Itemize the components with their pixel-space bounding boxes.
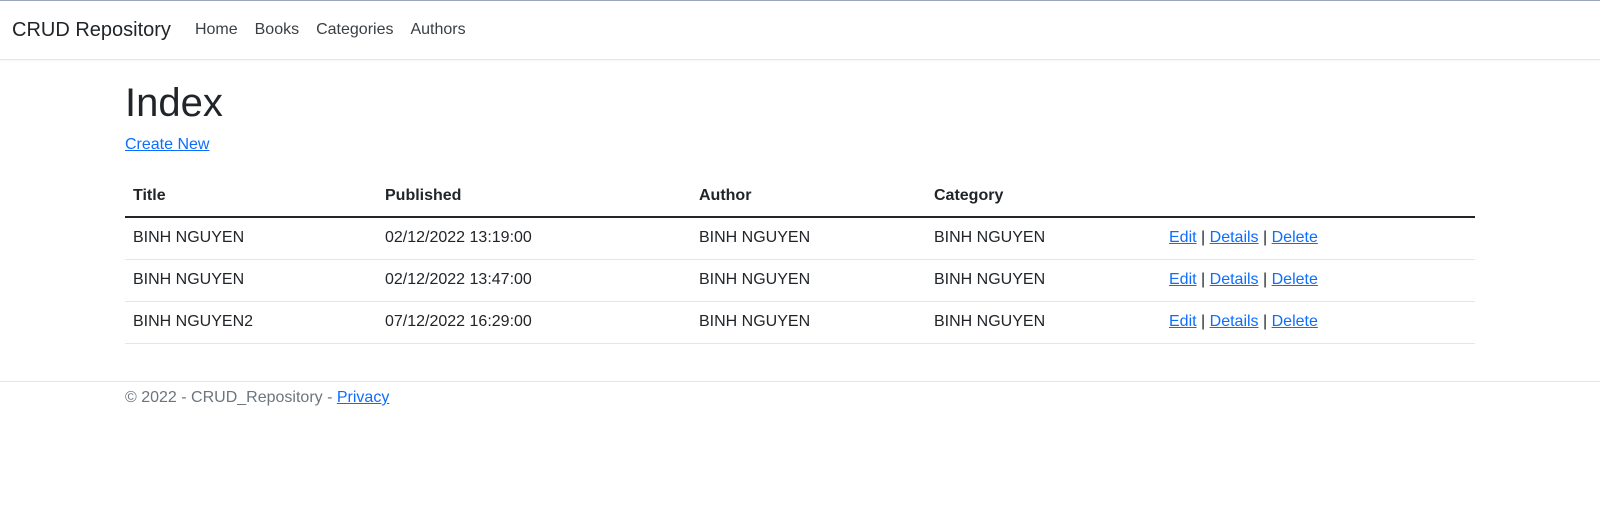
brand-link[interactable]: CRUD Repository	[12, 19, 171, 42]
separator: |	[1263, 271, 1268, 288]
cell-category: BINH NGUYEN	[926, 301, 1161, 344]
edit-link[interactable]: Edit	[1169, 313, 1197, 330]
nav-books[interactable]: Books	[255, 21, 299, 39]
top-navbar: CRUD Repository Home Books Categories Au…	[0, 0, 1600, 60]
edit-link[interactable]: Edit	[1169, 271, 1197, 288]
details-link[interactable]: Details	[1210, 271, 1259, 288]
cell-category: BINH NGUYEN	[926, 217, 1161, 260]
cell-category: BINH NGUYEN	[926, 259, 1161, 302]
separator: |	[1201, 313, 1206, 330]
header-author: Author	[691, 175, 926, 218]
cell-title: BINH NGUYEN	[125, 259, 377, 302]
separator: |	[1201, 229, 1206, 247]
header-published: Published	[377, 175, 691, 218]
copyright-text: © 2022 - CRUD_Repository -	[125, 389, 337, 406]
cell-title: BINH NGUYEN2	[125, 301, 377, 344]
books-table: Title Published Author Category BINH NGU…	[125, 175, 1475, 344]
cell-author: BINH NGUYEN	[691, 217, 926, 260]
header-actions	[1161, 175, 1475, 218]
delete-link[interactable]: Delete	[1272, 229, 1318, 246]
cell-author: BINH NGUYEN	[691, 259, 926, 302]
cell-actions: Edit | Details | Delete	[1161, 301, 1475, 344]
nav-home[interactable]: Home	[195, 21, 238, 39]
details-link[interactable]: Details	[1210, 229, 1259, 246]
nav-authors[interactable]: Authors	[410, 21, 465, 39]
footer: © 2022 - CRUD_Repository - Privacy	[0, 381, 1600, 410]
delete-link[interactable]: Delete	[1272, 271, 1318, 288]
create-new-link[interactable]: Create New	[125, 136, 209, 154]
cell-published: 02/12/2022 13:47:00	[377, 259, 691, 302]
cell-title: BINH NGUYEN	[125, 217, 377, 260]
main-content: Index Create New Title Published Author …	[125, 60, 1475, 344]
delete-link[interactable]: Delete	[1272, 313, 1318, 330]
table-header-row: Title Published Author Category	[125, 175, 1475, 218]
table-row: BINH NGUYEN2 07/12/2022 16:29:00 BINH NG…	[125, 301, 1475, 344]
header-title: Title	[125, 175, 377, 218]
table-row: BINH NGUYEN 02/12/2022 13:19:00 BINH NGU…	[125, 217, 1475, 260]
table-row: BINH NGUYEN 02/12/2022 13:47:00 BINH NGU…	[125, 259, 1475, 302]
cell-actions: Edit | Details | Delete	[1161, 259, 1475, 302]
cell-published: 02/12/2022 13:19:00	[377, 217, 691, 260]
separator: |	[1201, 271, 1206, 288]
header-category: Category	[926, 175, 1161, 218]
cell-published: 07/12/2022 16:29:00	[377, 301, 691, 344]
footer-content: © 2022 - CRUD_Repository - Privacy	[125, 386, 1600, 410]
separator: |	[1263, 229, 1268, 247]
details-link[interactable]: Details	[1210, 313, 1259, 330]
cell-author: BINH NGUYEN	[691, 301, 926, 344]
nav-categories[interactable]: Categories	[316, 21, 393, 39]
privacy-link[interactable]: Privacy	[337, 389, 389, 406]
edit-link[interactable]: Edit	[1169, 229, 1197, 246]
separator: |	[1263, 313, 1268, 330]
cell-actions: Edit | Details | Delete	[1161, 217, 1475, 260]
page-title: Index	[125, 81, 223, 125]
